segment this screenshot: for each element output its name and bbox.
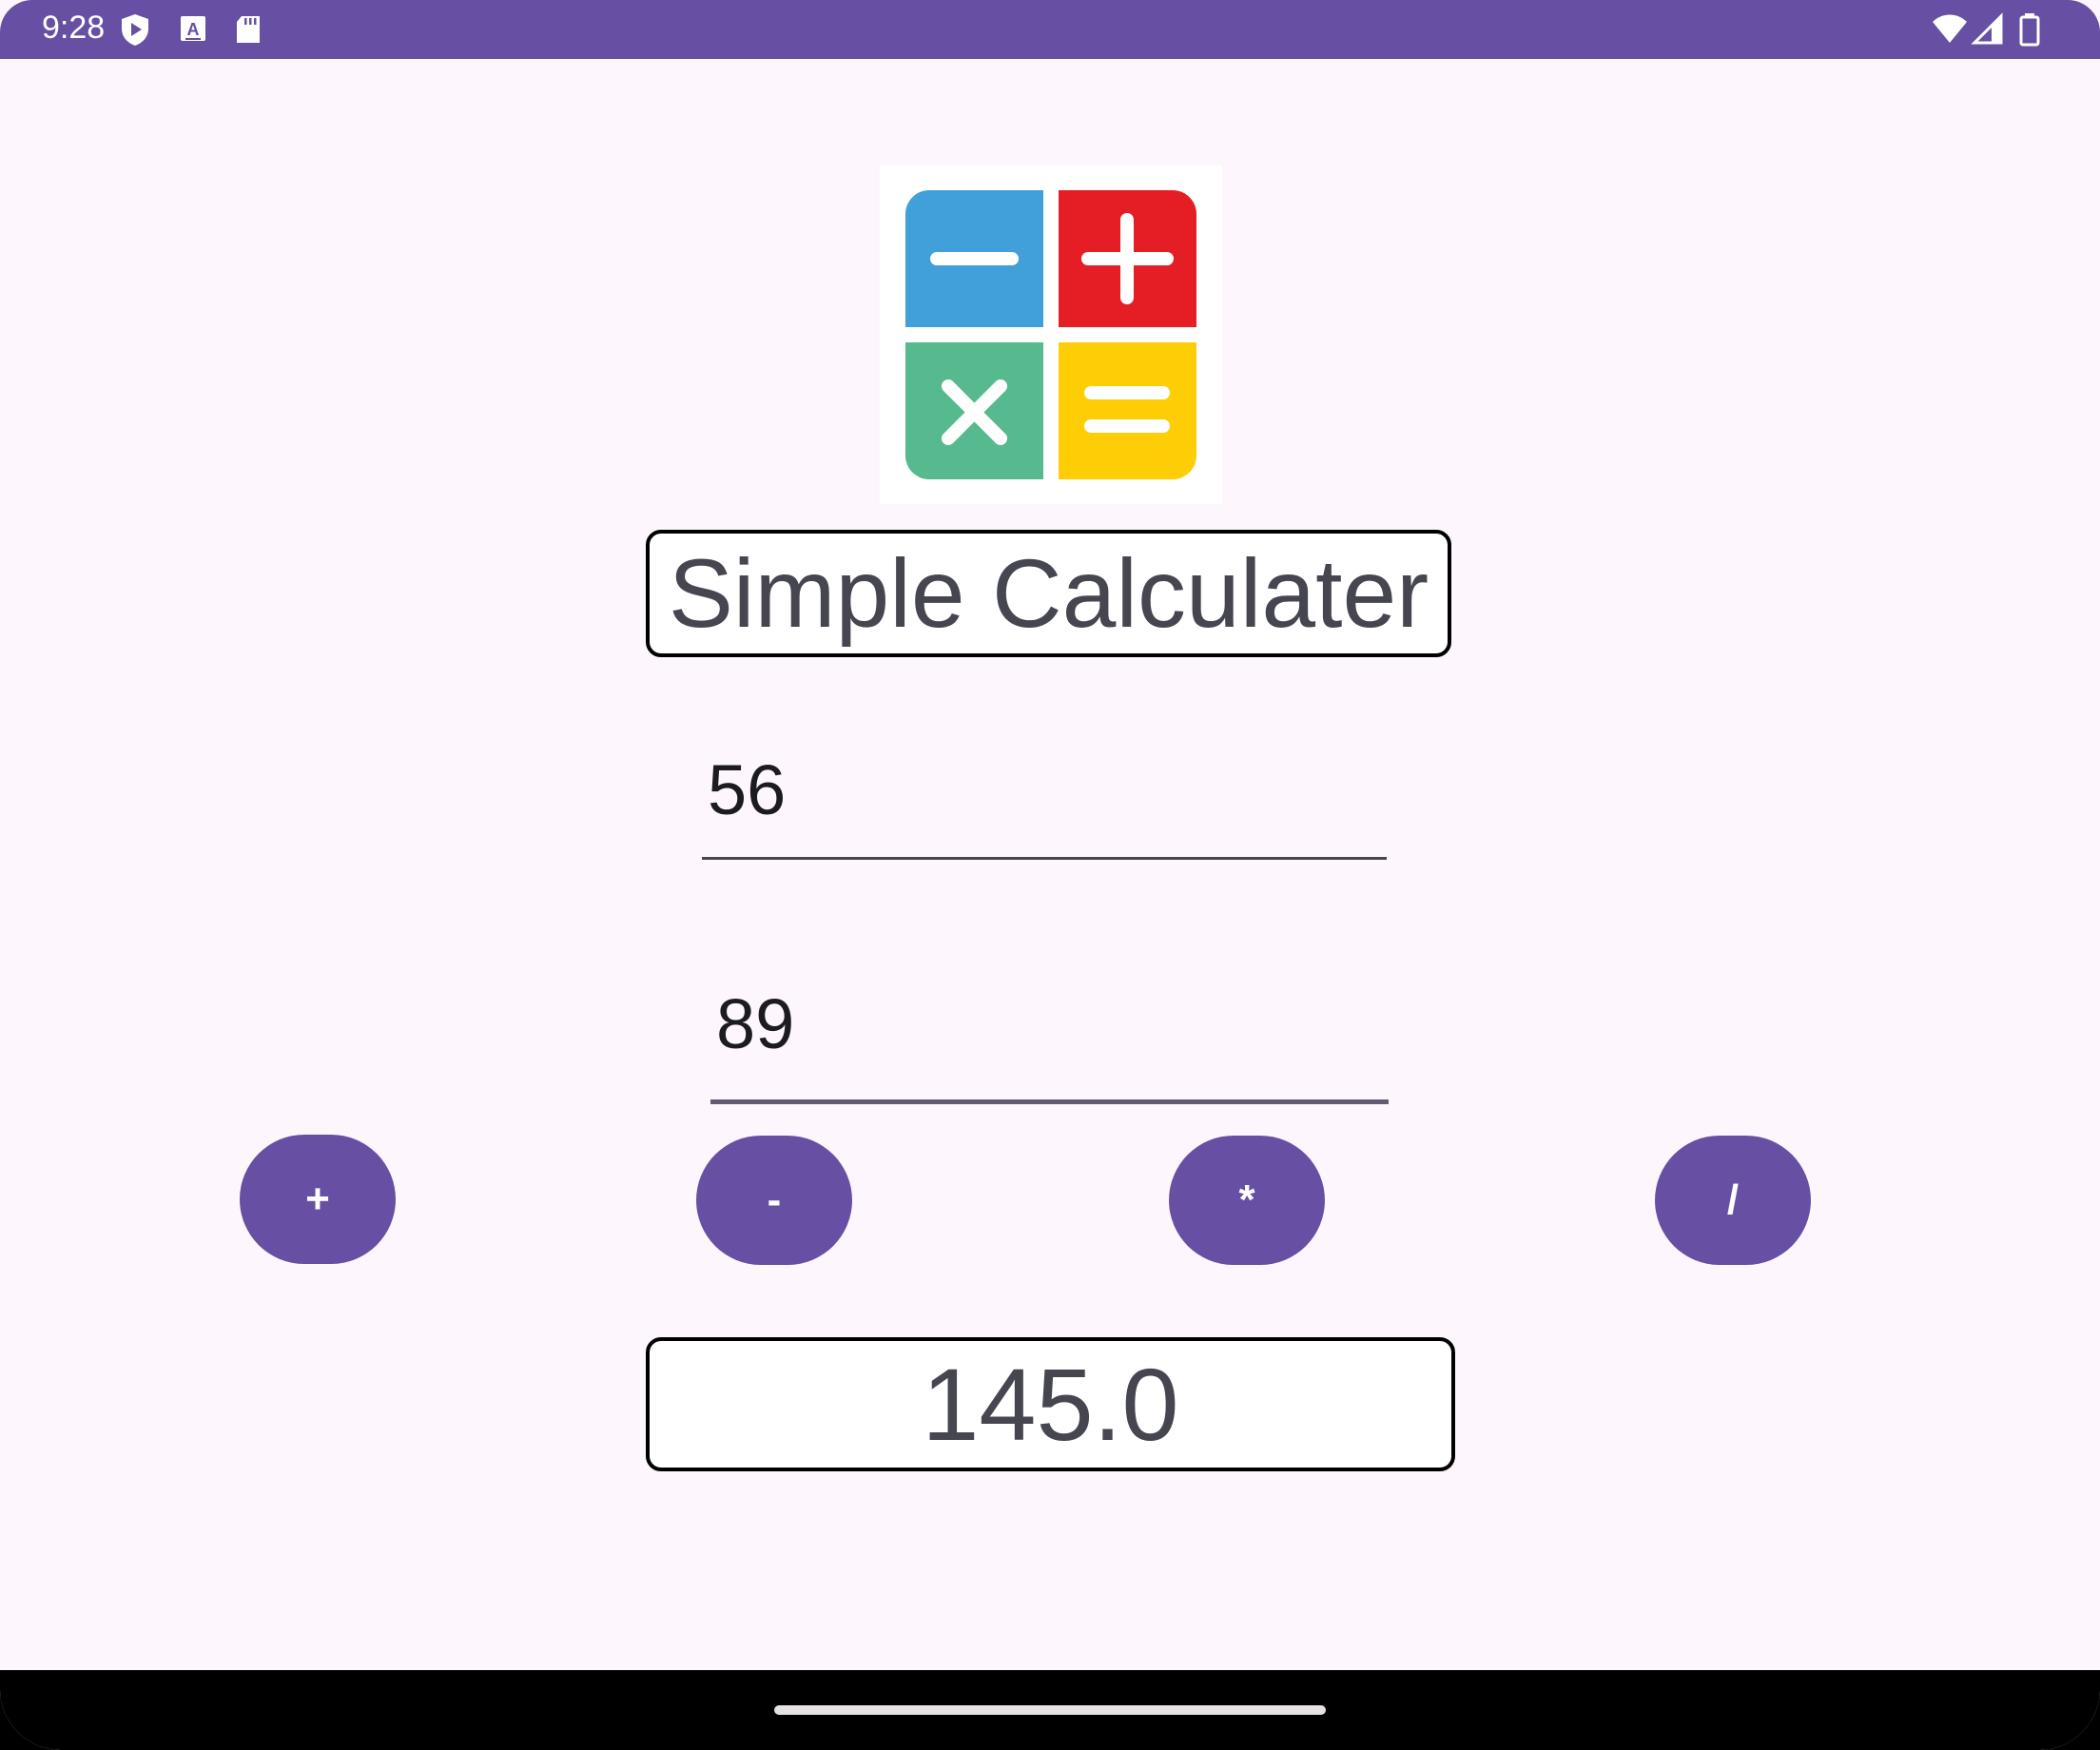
gesture-handle[interactable] [774,1705,1326,1715]
cellular-signal-icon [1971,12,2003,45]
second-number-value: 89 [716,984,795,1063]
subtract-button[interactable]: - [696,1136,852,1265]
second-number-underline [710,1099,1389,1104]
keyboard-a-icon: A [181,16,205,41]
first-number-underline [702,857,1387,860]
sd-card-icon [237,16,260,43]
status-time: 9:28 [42,10,106,46]
play-protect-icon [122,14,148,46]
app-title: Simple Calculater [646,530,1451,657]
multiply-button[interactable]: * [1169,1136,1325,1265]
result-display: 145.0 [646,1337,1455,1471]
first-number-value: 56 [708,750,787,829]
divide-button[interactable]: / [1655,1136,1811,1265]
calculator-logo-icon [880,165,1222,504]
add-button[interactable]: + [240,1135,396,1264]
first-number-input[interactable]: 56 [702,732,1387,860]
battery-icon [2019,13,2040,47]
app-screen: 9:28 A Simple Calculater 56 89 + - * / 1… [0,0,2100,1750]
second-number-input[interactable]: 89 [710,970,1389,1104]
svg-text:A: A [187,20,200,39]
status-bar: 9:28 A [0,0,2100,59]
wifi-icon [1933,14,1967,43]
